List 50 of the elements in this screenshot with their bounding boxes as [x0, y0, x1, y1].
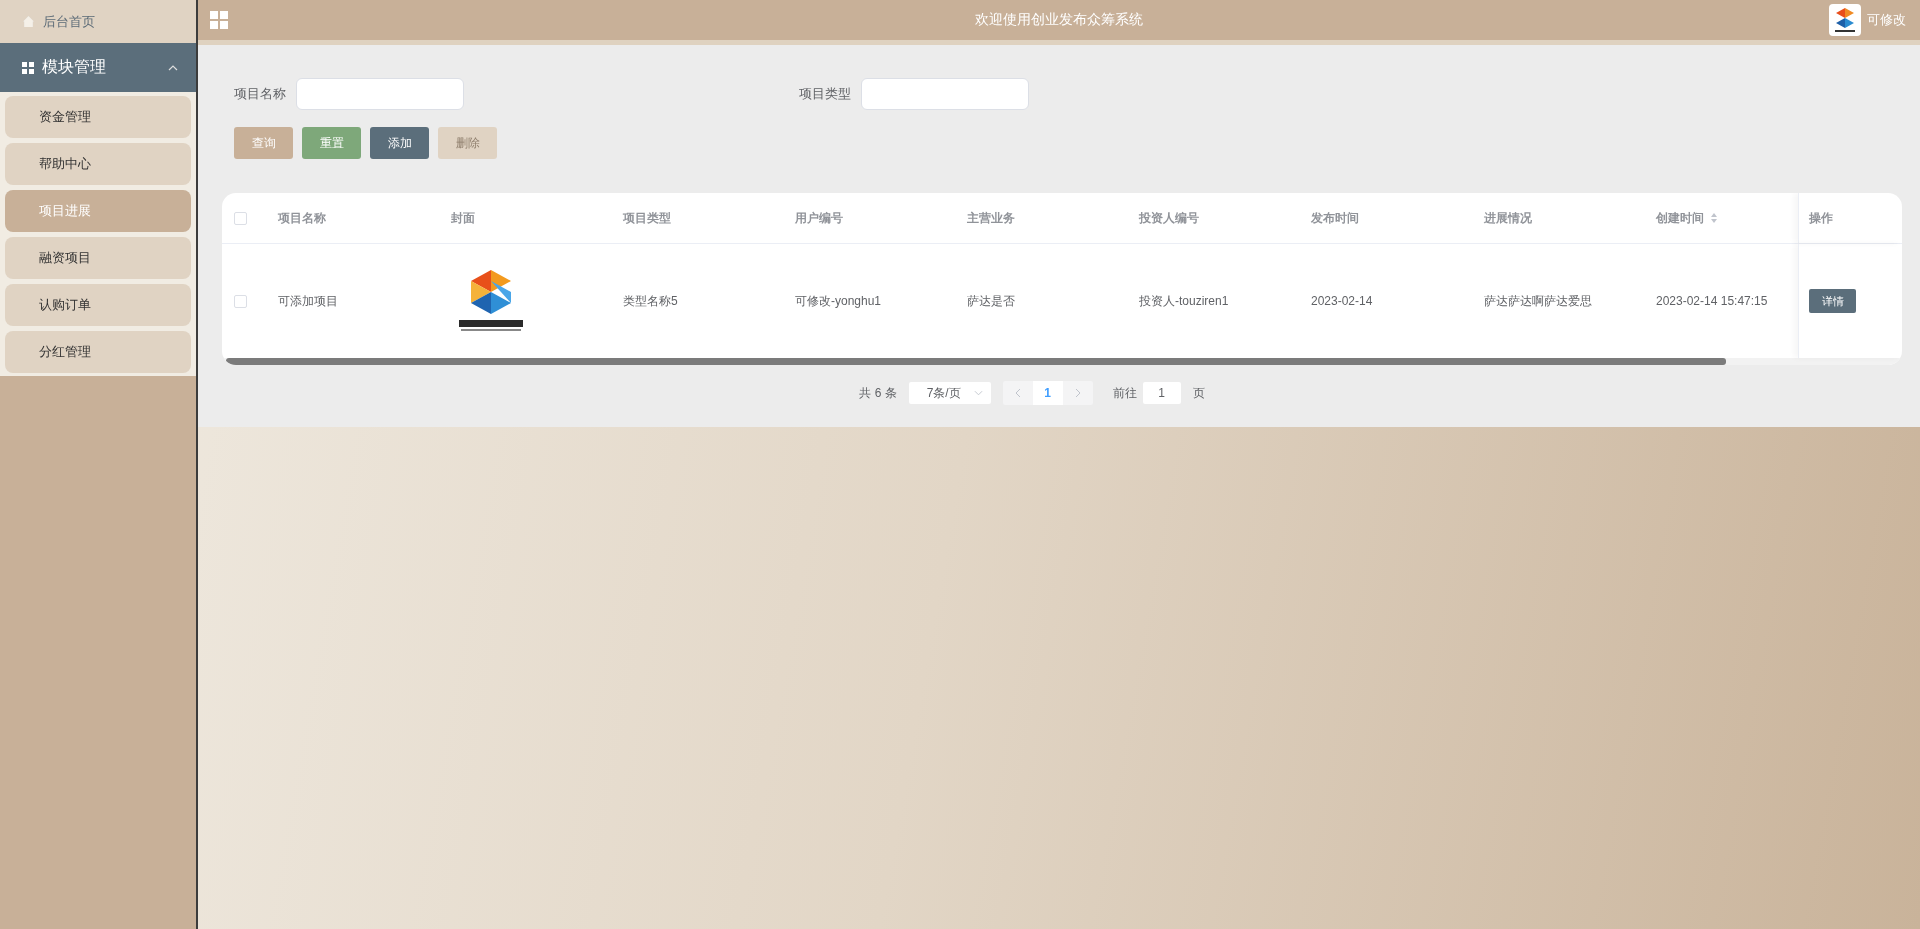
sidebar-item[interactable]: 融资项目 [5, 237, 191, 279]
chevron-down-icon [973, 390, 983, 396]
home-icon [22, 15, 35, 28]
checkbox[interactable] [234, 294, 247, 308]
page-suffix: 页 [1192, 384, 1205, 402]
sidebar-item[interactable]: 帮助中心 [5, 143, 191, 185]
sidebar-item-label: 后台首页 [43, 12, 95, 31]
column-header: 进展情况 [1484, 209, 1532, 227]
page-size-select[interactable]: 7条/页 [908, 382, 991, 404]
column-header: 主营业务 [967, 209, 1015, 227]
action-button[interactable]: 添加 [370, 127, 429, 159]
table-cell: 可添加项目 [278, 292, 338, 310]
column-header[interactable]: 创建时间 [1656, 209, 1718, 227]
table-cell: 2023-02-14 [1311, 294, 1373, 308]
action-button[interactable]: 重置 [302, 127, 361, 159]
sidebar-item[interactable]: 认购订单 [5, 284, 191, 326]
column-header: 操作 [1809, 209, 1833, 227]
page-number[interactable]: 1 [1032, 381, 1063, 405]
total-count: 共 6 条 [859, 384, 897, 402]
field-label: 项目名称 [234, 85, 286, 103]
field-label: 项目类型 [799, 85, 851, 103]
column-header: 发布时间 [1311, 209, 1359, 227]
window-title: 欢迎使用创业发布众筹系统 [975, 11, 1143, 29]
page-jump-field[interactable]: 1 [1142, 382, 1181, 404]
sidebar-item[interactable]: 分红管理 [5, 331, 191, 373]
jump-label: 前往 [1112, 384, 1137, 402]
table-cell: 投资人-touziren1 [1139, 292, 1229, 310]
sort-icon [1710, 212, 1718, 224]
table-cell: 萨达是否 [967, 292, 1015, 310]
column-header: 项目类型 [623, 209, 671, 227]
sidebar-item[interactable]: 资金管理 [5, 96, 191, 138]
menu-icon[interactable] [210, 11, 228, 29]
table-cell: 2023-02-14 15:47:15 [1656, 294, 1768, 308]
sidebar-group-label: 模块管理 [42, 57, 107, 77]
column-header: 项目名称 [278, 209, 326, 227]
column-header: 封面 [451, 209, 475, 227]
sidebar-item[interactable]: 后台首页 [0, 0, 196, 43]
table-cell: 类型名称5 [623, 292, 678, 310]
caret-icon [168, 64, 178, 71]
input-field[interactable] [861, 78, 1029, 110]
sidebar-group-header[interactable]: 模块管理 [0, 43, 196, 92]
detail-button[interactable]: 详情 [1809, 289, 1856, 313]
column-header: 用户编号 [795, 209, 843, 227]
scrollbar-thumb[interactable] [226, 358, 1726, 365]
table-cell: 萨达萨达啊萨达爱思 [1484, 292, 1592, 310]
column-header: 投资人编号 [1139, 209, 1199, 227]
input-field[interactable] [296, 78, 464, 110]
grid-icon [22, 61, 34, 74]
table-cell: 可修改-yonghu1 [795, 292, 882, 310]
checkbox[interactable] [234, 211, 247, 225]
